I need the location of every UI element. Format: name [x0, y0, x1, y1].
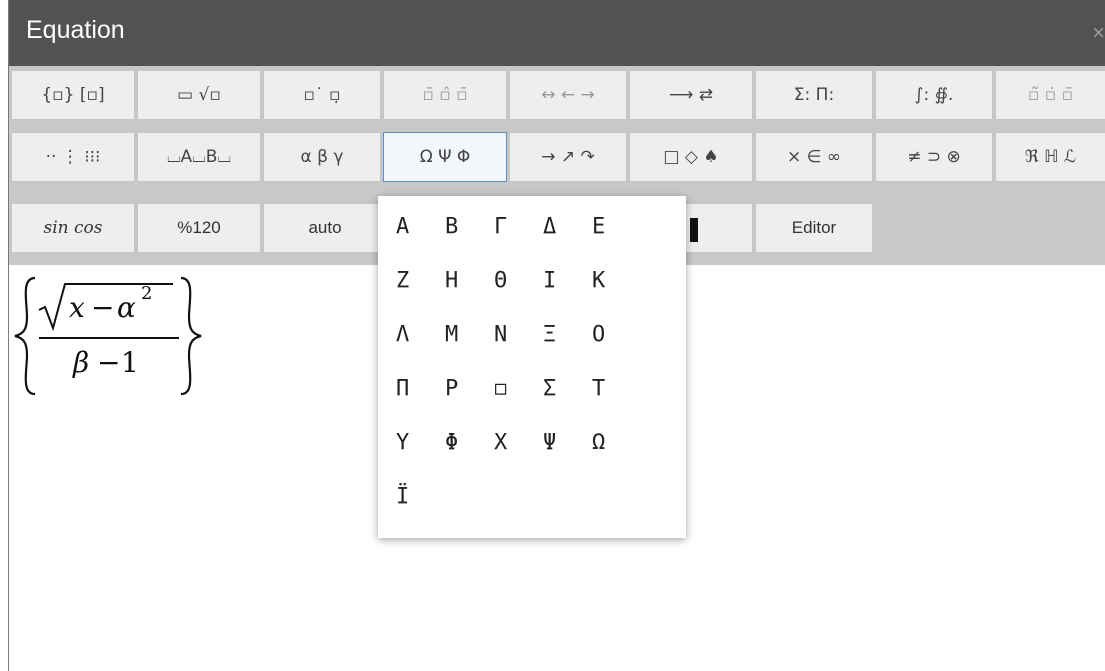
- greek-symbol-cell[interactable]: Λ: [386, 312, 434, 356]
- greek-symbol-cell[interactable]: Υ: [386, 420, 434, 464]
- greek-symbol-cell[interactable]: Ζ: [386, 258, 434, 302]
- close-icon[interactable]: ×: [1092, 20, 1105, 46]
- greek-lowercase-button[interactable]: α β γ: [263, 132, 381, 182]
- relations-icon: ≠ ⊃ ⊗: [907, 147, 961, 167]
- greek-symbol-cell[interactable]: Τ: [582, 366, 630, 410]
- long-arrows-button[interactable]: ⟶ ⇄: [629, 70, 753, 120]
- accents-icon: ▫̃ ▫̇ ▫̄: [1027, 85, 1074, 105]
- editor-button[interactable]: Editor: [755, 203, 873, 253]
- fraction-root-icon: ▭ √▫: [177, 85, 221, 105]
- accents-button[interactable]: ▫̃ ▫̇ ▫̄: [995, 70, 1105, 120]
- auto-button[interactable]: auto: [263, 203, 387, 253]
- greek-symbol-cell[interactable]: Α: [386, 204, 434, 248]
- brackets-icon: {▫} [▫]: [41, 85, 105, 105]
- radicand-x: x: [69, 291, 85, 324]
- window-title: Equation: [26, 16, 125, 44]
- zoom-button[interactable]: %120: [137, 203, 261, 253]
- greek-symbol-cell[interactable]: Φ: [435, 420, 483, 464]
- beta-symbol: β: [72, 346, 89, 379]
- greek-symbol-cell[interactable]: Κ: [582, 258, 630, 302]
- greek-symbol-cell[interactable]: Χ: [484, 420, 532, 464]
- greek-lowercase-label: α β γ: [300, 147, 344, 167]
- functions-button[interactable]: sin cos: [11, 203, 135, 253]
- alpha-symbol: α: [117, 291, 136, 324]
- title-bar: Equation ×: [9, 0, 1105, 66]
- right-brace-icon: [180, 276, 202, 396]
- greek-symbol-cell[interactable]: Σ: [533, 366, 581, 410]
- subscript-button[interactable]: ⌴A⌴B⌴: [137, 132, 261, 182]
- greek-symbol-cell[interactable]: Ϊ: [386, 474, 434, 518]
- sum-product-icon: Σ: Π:: [793, 85, 835, 105]
- greek-symbol-cell[interactable]: Β: [435, 204, 483, 248]
- greek-symbol-cell[interactable]: Π: [386, 366, 434, 410]
- dots-button[interactable]: ·· ⋮ ⁝⁝⁝: [11, 132, 135, 182]
- minus-sign-denominator: −: [97, 346, 120, 379]
- greek-symbol-cell[interactable]: Ο: [582, 312, 630, 356]
- exponent-two: 2: [141, 283, 152, 304]
- color-swatch: [690, 218, 698, 242]
- integral-icon: ∫: ∯.: [914, 85, 954, 105]
- script-icon: ▫˙ ▫̣: [303, 85, 341, 105]
- sum-product-button[interactable]: Σ: Π:: [755, 70, 873, 120]
- shapes-button[interactable]: □ ◇ ♠: [629, 132, 753, 182]
- left-brace-icon: [14, 276, 36, 396]
- editor-label: Editor: [791, 218, 837, 237]
- greek-uppercase-popup: Α Β Γ Δ Ε Ζ Η Θ Ι Κ Λ Μ Ν Ξ Ο Π Ρ ◻ Σ Τ Υ Φ Χ Ψ Ω Ϊ: [378, 196, 686, 538]
- greek-symbol-cell[interactable]: Ω: [582, 420, 630, 464]
- fraktur-button[interactable]: ℜ ℍ ℒ: [995, 132, 1105, 182]
- greek-uppercase-label: Ω Ψ Φ: [419, 147, 471, 167]
- auto-label: auto: [308, 218, 342, 237]
- brackets-button[interactable]: {▫} [▫]: [11, 70, 135, 120]
- greek-symbol-cell[interactable]: Θ: [484, 258, 532, 302]
- greek-symbol-cell[interactable]: Ρ: [435, 366, 483, 410]
- overline-icon: ▫̄ ▫̂ ▫̄: [422, 85, 468, 105]
- long-arrows-icon: ⟶ ⇄: [668, 85, 714, 105]
- arrows-icon: → ↗ ↷: [541, 147, 595, 167]
- fraktur-icon: ℜ ℍ ℒ: [1024, 147, 1077, 167]
- overline-button[interactable]: ▫̄ ▫̂ ▫̄: [383, 70, 507, 120]
- shapes-icon: □ ◇ ♠: [663, 147, 719, 167]
- greek-symbol-cell[interactable]: Ψ: [533, 420, 581, 464]
- minus-sign: −: [91, 291, 114, 324]
- fraction-root-button[interactable]: ▭ √▫: [137, 70, 261, 120]
- greek-symbol-cell[interactable]: Ν: [484, 312, 532, 356]
- greek-symbol-cell[interactable]: Μ: [435, 312, 483, 356]
- formula-preview: x − α 2 β − 1: [14, 276, 202, 396]
- subscript-icon: ⌴A⌴B⌴: [166, 147, 232, 167]
- greek-symbol-cell[interactable]: ◻: [484, 366, 532, 410]
- greek-symbol-cell[interactable]: Δ: [533, 204, 581, 248]
- greek-symbol-cell[interactable]: Ξ: [533, 312, 581, 356]
- script-button[interactable]: ▫˙ ▫̣: [263, 70, 381, 120]
- relations-button[interactable]: ≠ ⊃ ⊗: [875, 132, 993, 182]
- number-one: 1: [121, 346, 139, 379]
- operators-icon: × ∈ ∞: [786, 147, 842, 167]
- operators-button[interactable]: × ∈ ∞: [755, 132, 873, 182]
- greek-symbol-cell[interactable]: Η: [435, 258, 483, 302]
- greek-symbol-cell[interactable]: Ι: [533, 258, 581, 302]
- greek-uppercase-button[interactable]: Ω Ψ Φ: [383, 132, 507, 182]
- arrows-over-icon: ↔ ← →: [541, 85, 595, 105]
- greek-symbol-cell[interactable]: Γ: [484, 204, 532, 248]
- arrows-over-button[interactable]: ↔ ← →: [509, 70, 627, 120]
- functions-label: sin cos: [43, 218, 103, 238]
- zoom-label: %120: [177, 218, 221, 237]
- integral-button[interactable]: ∫: ∯.: [875, 70, 993, 120]
- greek-symbol-cell[interactable]: Ε: [582, 204, 630, 248]
- dots-icon: ·· ⋮ ⁝⁝⁝: [45, 147, 101, 167]
- arrows-button[interactable]: → ↗ ↷: [509, 132, 627, 182]
